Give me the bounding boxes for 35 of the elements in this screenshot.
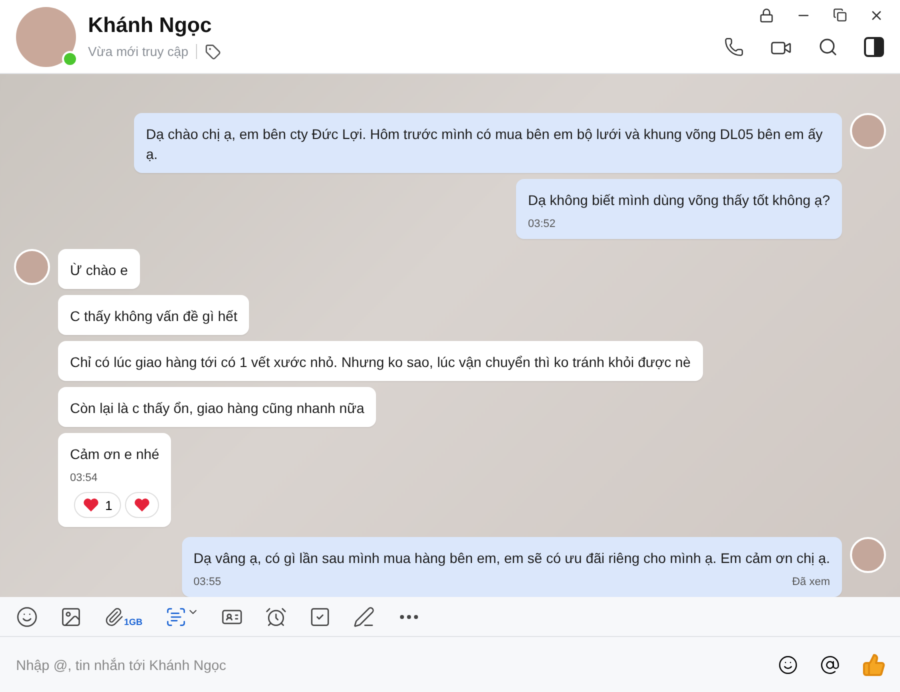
sticker-icon[interactable] [16,606,38,628]
react-button[interactable] [125,492,160,518]
message-text: Ừ chào e [70,261,128,280]
screenshot-icon[interactable] [164,606,199,628]
heart-icon [83,498,100,512]
image-icon[interactable] [60,606,82,628]
message-time: 03:55 [194,576,222,588]
message-text: C thấy không vấn đề gì hết [70,307,238,326]
message-text: Dạ không biết mình dùng võng thấy tốt không ạ? [528,191,830,210]
phone-icon[interactable] [724,37,744,59]
message-text: Dạ chào chị ạ, em bên cty Đức Lợi. Hôm trước mình có mua bên em bộ lưới và khung võng DL05 bên em ấy ạ. [146,125,824,164]
contact-status: Vừa mới truy cập [88,44,198,59]
restore-icon[interactable] [833,8,847,23]
heart-icon [134,498,150,512]
message-text: Cảm ơn e nhé [70,445,160,464]
message-time: 03:54 [70,472,98,484]
thumbs-up-icon[interactable] [862,652,886,676]
alarm-clock-icon[interactable] [264,606,287,628]
message-text: Dạ vâng ạ, có gì lần sau mình mua hàng bên em, em sẽ có ưu đãi riêng cho mình ạ. Em cảm ơn chị ạ. [194,549,830,568]
close-icon[interactable] [869,8,884,23]
contact-name: Khánh Ngọc [88,14,213,38]
emoji-icon[interactable] [778,654,798,674]
message-time: 03:52 [528,218,556,230]
message-text: Còn lại là c thấy ổn, giao hàng cũng nhanh nữa [70,399,364,418]
attach-button[interactable]: 1GB [104,606,143,626]
message-text: Chỉ có lúc giao hàng tới có 1 vết xước nhỏ. Nhưng ko sao, lúc vận chuyển thì ko tránh khỏi được nè [70,353,691,372]
lock-icon[interactable] [759,8,774,23]
seen-status: Đã xem [792,576,830,588]
sidebar-toggle-icon[interactable] [864,37,884,57]
mention-icon[interactable] [820,654,840,674]
tag-icon[interactable] [205,44,222,60]
text-format-icon[interactable] [352,606,375,628]
message-input[interactable]: Nhập @, tin nhắn tới Khánh Ngọc [14,656,756,674]
task-check-icon[interactable] [308,606,331,628]
reaction-pill[interactable]: 1 [74,492,122,518]
